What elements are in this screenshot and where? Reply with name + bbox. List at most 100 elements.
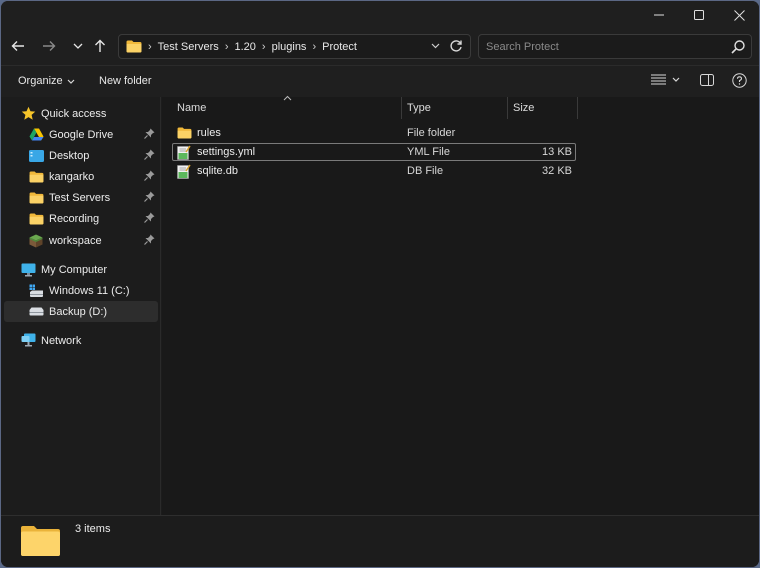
pin-icon xyxy=(144,212,155,226)
details-view-icon xyxy=(651,74,666,85)
chevron-down-icon xyxy=(672,77,680,82)
file-explorer-window: › Test Servers › 1.20 › plugins › Protec… xyxy=(0,0,760,568)
sidebar-item-google-drive[interactable]: Google Drive xyxy=(28,124,158,145)
search-input[interactable] xyxy=(486,40,716,53)
sidebar-item-backup-d[interactable]: Backup (D:) xyxy=(4,301,158,322)
address-bar[interactable]: › Test Servers › 1.20 › plugins › Protec… xyxy=(118,34,471,59)
sidebar-item-test-servers[interactable]: Test Servers xyxy=(28,187,158,208)
text-file-icon xyxy=(177,163,193,179)
sidebar-item-recording[interactable]: Recording xyxy=(28,208,158,229)
sidebar-item-label: Quick access xyxy=(41,107,107,120)
arrow-right-icon xyxy=(43,41,56,51)
close-button[interactable] xyxy=(719,1,759,29)
arrow-left-icon xyxy=(11,41,24,51)
refresh-button[interactable] xyxy=(449,39,463,56)
maximize-icon xyxy=(694,10,704,20)
details-bar: 3 items xyxy=(1,515,759,567)
column-divider[interactable] xyxy=(507,97,508,119)
sidebar-item-my-computer[interactable]: My Computer xyxy=(20,259,158,280)
title-bar xyxy=(1,1,759,31)
column-divider[interactable] xyxy=(577,97,578,119)
folder-icon xyxy=(28,190,44,206)
system-drive-icon xyxy=(28,283,44,299)
refresh-icon xyxy=(450,40,462,52)
organize-label: Organize xyxy=(18,75,63,87)
minimize-button[interactable] xyxy=(639,1,679,29)
recent-locations-button[interactable] xyxy=(66,34,90,58)
column-header-label: Type xyxy=(407,102,431,114)
minimize-icon xyxy=(654,14,664,16)
forward-button[interactable] xyxy=(37,34,61,58)
sidebar-item-network[interactable]: Network xyxy=(20,330,158,351)
sidebar-item-desktop[interactable]: Desktop xyxy=(28,145,158,166)
text-file-icon xyxy=(177,144,193,160)
back-button[interactable] xyxy=(6,34,30,58)
sidebar-item-label: Test Servers xyxy=(49,191,111,204)
sidebar-item-label: Desktop xyxy=(49,149,90,162)
folder-large-icon xyxy=(20,525,61,560)
search-box[interactable] xyxy=(478,34,752,59)
column-header-name[interactable]: Name xyxy=(177,97,401,119)
preview-pane-button[interactable] xyxy=(700,74,714,86)
pin-icon xyxy=(144,191,155,205)
view-options-button[interactable] xyxy=(651,74,680,85)
file-name: settings.yml xyxy=(197,146,256,158)
pin-icon xyxy=(144,234,155,248)
organize-button[interactable]: Organize xyxy=(18,75,75,87)
sidebar-item-label: Windows 11 (C:) xyxy=(49,284,130,297)
column-divider[interactable] xyxy=(401,97,402,119)
file-name: sqlite.db xyxy=(197,165,238,177)
file-list-pane: Name Type Size rules File folder setting… xyxy=(162,95,759,515)
file-type: YML File xyxy=(407,146,450,158)
command-bar: Organize New folder xyxy=(1,65,759,97)
breadcrumb-separator[interactable]: › xyxy=(225,41,229,53)
column-header-label: Size xyxy=(513,102,535,114)
chevron-down-icon xyxy=(73,43,83,49)
file-row-sqlite-db[interactable]: sqlite.db DB File 32 KB xyxy=(172,162,576,180)
address-history-dropdown[interactable] xyxy=(431,40,440,52)
new-folder-label: New folder xyxy=(99,75,152,87)
pin-icon xyxy=(144,128,155,142)
folder-icon xyxy=(177,125,193,141)
close-icon xyxy=(733,9,745,21)
up-button[interactable] xyxy=(88,34,112,58)
sidebar-item-label: My Computer xyxy=(41,263,108,276)
breadcrumb-protect[interactable]: Protect xyxy=(322,41,357,53)
navigation-bar: › Test Servers › 1.20 › plugins › Protec… xyxy=(1,31,759,65)
breadcrumb-test-servers[interactable]: Test Servers xyxy=(158,41,219,53)
breadcrumb-separator[interactable]: › xyxy=(262,41,266,53)
sidebar-item-windows-c[interactable]: Windows 11 (C:) xyxy=(28,280,158,301)
file-type: File folder xyxy=(407,127,456,139)
navigation-pane: Quick access Google Drive Desktop kangar… xyxy=(1,97,161,515)
maximize-button[interactable] xyxy=(679,1,719,29)
column-header-size[interactable]: Size xyxy=(513,97,577,119)
chevron-down-icon xyxy=(431,43,440,49)
sidebar-item-kangarko[interactable]: kangarko xyxy=(28,166,158,187)
column-header-type[interactable]: Type xyxy=(407,97,507,119)
pin-icon xyxy=(144,170,155,184)
file-size: 13 KB xyxy=(542,146,572,158)
breadcrumb-separator[interactable]: › xyxy=(312,41,316,53)
search-icon[interactable] xyxy=(731,40,745,57)
sidebar-item-label: workspace xyxy=(49,234,102,247)
breadcrumb-1-20[interactable]: 1.20 xyxy=(234,41,255,53)
new-folder-button[interactable]: New folder xyxy=(99,75,152,87)
item-count: 3 items xyxy=(75,523,111,535)
file-row-settings-yml[interactable]: settings.yml YML File 13 KB xyxy=(172,143,576,161)
sidebar-item-label: Google Drive xyxy=(49,128,114,141)
computer-icon xyxy=(20,262,36,278)
minecraft-block-icon xyxy=(28,233,44,249)
column-header-label: Name xyxy=(177,102,207,114)
preview-pane-icon xyxy=(700,74,714,86)
google-drive-icon xyxy=(28,127,44,143)
sidebar-item-label: Recording xyxy=(49,212,100,225)
sidebar-item-workspace[interactable]: workspace xyxy=(28,230,158,251)
file-type: DB File xyxy=(407,165,444,177)
file-name: rules xyxy=(197,127,221,139)
star-icon xyxy=(20,106,36,122)
file-size: 32 KB xyxy=(542,165,572,177)
sidebar-item-quick-access[interactable]: Quick access xyxy=(20,103,158,124)
file-row-rules[interactable]: rules File folder xyxy=(172,124,576,142)
help-button[interactable] xyxy=(732,73,747,88)
breadcrumb-plugins[interactable]: plugins xyxy=(272,41,307,53)
